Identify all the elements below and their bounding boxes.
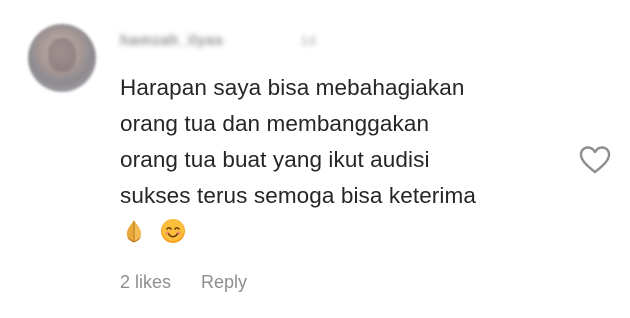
pray-hands-emoji-icon: [122, 218, 146, 244]
comment-line: sukses terus semoga bisa keterima: [120, 183, 476, 208]
comment-line: orang tua dan membanggakan: [120, 111, 430, 136]
comment-footer: 2 likes Reply: [120, 272, 247, 293]
emoji-row: [122, 216, 185, 246]
likes-count-link[interactable]: 2 likes: [120, 272, 171, 293]
comment-line: Harapan saya bisa mebahagiakan: [120, 75, 465, 100]
heart-outline-icon[interactable]: [578, 144, 612, 176]
comment-line: orang tua buat yang ikut audisi: [120, 147, 430, 172]
comment-text: Harapan saya bisa mebahagiakan orang tua…: [120, 70, 570, 214]
username-link[interactable]: hamzah_ilyas: [120, 32, 224, 49]
comment-item: hamzah_ilyas 1d Harapan saya bisa mebaha…: [0, 0, 630, 318]
reply-button[interactable]: Reply: [201, 272, 247, 293]
avatar[interactable]: [28, 24, 96, 92]
comment-timestamp: 1d: [300, 32, 316, 48]
smiling-face-emoji-icon: [160, 218, 185, 244]
